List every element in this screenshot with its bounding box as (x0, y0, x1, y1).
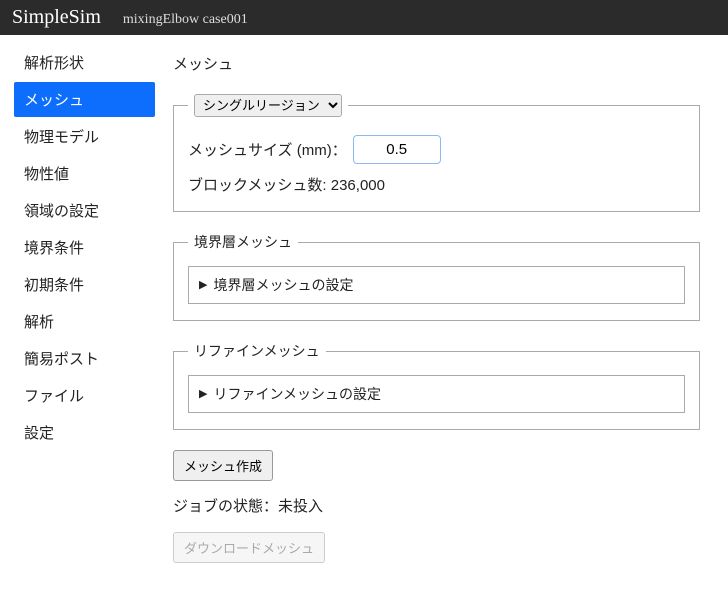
sidebar-item-properties[interactable]: 物性値 (14, 156, 155, 191)
sidebar-item-label: 初期条件 (24, 277, 84, 294)
region-select-legend: シングルリージョン (188, 94, 348, 117)
sidebar-item-label: 物理モデル (24, 129, 99, 146)
sidebar-item-label: 解析形状 (24, 55, 84, 72)
boundary-layer-fieldset: 境界層メッシュ ▶ 境界層メッシュの設定 (173, 232, 700, 321)
sidebar-item-label: 解析 (24, 314, 54, 331)
mesh-size-row: メッシュサイズ (mm)： (188, 135, 685, 164)
boundary-layer-legend: 境界層メッシュ (188, 232, 298, 252)
block-count-value: 236,000 (331, 177, 385, 194)
boundary-layer-expander-label: 境界層メッシュの設定 (213, 275, 353, 295)
sidebar-item-label: 境界条件 (24, 240, 84, 257)
boundary-layer-expander[interactable]: ▶ 境界層メッシュの設定 (188, 266, 685, 304)
job-status-row: ジョブの状態：未投入 (173, 495, 700, 516)
region-select[interactable]: シングルリージョン (194, 94, 342, 117)
sidebar-item-label: ファイル (24, 388, 84, 405)
sidebar-item-physics[interactable]: 物理モデル (14, 119, 155, 154)
mesh-base-fieldset: シングルリージョン メッシュサイズ (mm)： ブロックメッシュ数: 236,0… (173, 94, 700, 212)
sidebar-item-region[interactable]: 領域の設定 (14, 193, 155, 228)
refine-expander[interactable]: ▶ リファインメッシュの設定 (188, 375, 685, 413)
page-title: メッシュ (173, 53, 700, 74)
sidebar: 解析形状 メッシュ 物理モデル 物性値 領域の設定 境界条件 初期条件 解析 簡… (0, 35, 155, 593)
triangle-right-icon: ▶ (199, 389, 207, 400)
sidebar-item-geometry[interactable]: 解析形状 (14, 45, 155, 80)
main-panel: メッシュ シングルリージョン メッシュサイズ (mm)： ブロックメッシュ数: … (155, 35, 728, 593)
create-mesh-button[interactable]: メッシュ作成 (173, 450, 273, 481)
layout: 解析形状 メッシュ 物理モデル 物性値 領域の設定 境界条件 初期条件 解析 簡… (0, 35, 728, 593)
job-status-value: 未投入 (278, 498, 323, 515)
sidebar-item-label: 領域の設定 (24, 203, 99, 220)
sidebar-item-initial[interactable]: 初期条件 (14, 267, 155, 302)
sidebar-item-post[interactable]: 簡易ポスト (14, 341, 155, 376)
sidebar-item-boundary[interactable]: 境界条件 (14, 230, 155, 265)
top-bar: SimpleSim mixingElbow case001 (0, 0, 728, 35)
app-brand: SimpleSim (12, 6, 101, 29)
triangle-right-icon: ▶ (199, 280, 207, 291)
sidebar-item-label: 簡易ポスト (24, 351, 99, 368)
mesh-size-input[interactable] (353, 135, 441, 164)
refine-expander-label: リファインメッシュの設定 (213, 384, 381, 404)
sidebar-item-settings[interactable]: 設定 (14, 415, 155, 450)
refine-fieldset: リファインメッシュ ▶ リファインメッシュの設定 (173, 341, 700, 430)
sidebar-item-solve[interactable]: 解析 (14, 304, 155, 339)
block-count-row: ブロックメッシュ数: 236,000 (188, 174, 685, 195)
sidebar-item-mesh[interactable]: メッシュ (14, 82, 155, 117)
block-count-label: ブロックメッシュ数: (188, 177, 327, 194)
mesh-size-label: メッシュサイズ (mm)： (188, 139, 347, 160)
refine-legend: リファインメッシュ (188, 341, 326, 361)
sidebar-item-file[interactable]: ファイル (14, 378, 155, 413)
sidebar-item-label: メッシュ (24, 92, 84, 109)
download-mesh-button: ダウンロードメッシュ (173, 532, 325, 563)
job-status-label: ジョブの状態： (173, 498, 278, 515)
sidebar-item-label: 物性値 (24, 166, 69, 183)
case-name: mixingElbow case001 (123, 12, 248, 28)
sidebar-item-label: 設定 (24, 425, 54, 442)
